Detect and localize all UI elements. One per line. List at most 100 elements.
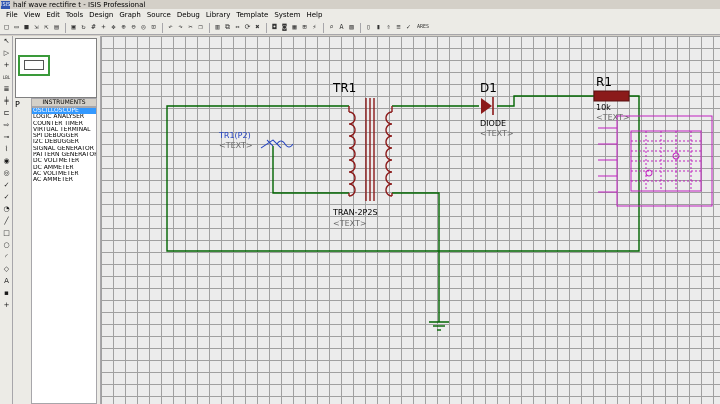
transformer-symbol[interactable] [348, 98, 393, 201]
diode-symbol[interactable] [481, 97, 494, 115]
menu-graph[interactable]: Graph [116, 11, 143, 19]
menu-edit[interactable]: Edit [43, 11, 63, 19]
refresh-icon[interactable]: ↻ [79, 23, 88, 32]
decompose-icon[interactable]: ⊞ [300, 23, 309, 32]
wire-left-loop[interactable] [166, 95, 640, 252]
menu-tools[interactable]: Tools [63, 11, 86, 19]
path-icon[interactable]: ◇ [1, 264, 12, 275]
symbol-icon[interactable]: ▪ [1, 288, 12, 299]
oscilloscope-instrument[interactable] [598, 115, 713, 207]
schematic-canvas[interactable]: TR1 TRAN-2P2S <TEXT> TR1(P2) <TEXT> D1 D… [101, 36, 720, 404]
exit-to-parent-icon[interactable]: ⇑ [384, 23, 393, 32]
print-icon[interactable]: ▤ [52, 23, 61, 32]
block-rotate-icon[interactable]: ⟳ [243, 23, 252, 32]
block-move-icon[interactable]: ⇔ [233, 23, 242, 32]
pan-icon[interactable]: ✥ [109, 23, 118, 32]
wire-autorouter-icon[interactable]: ⚡ [310, 23, 319, 32]
graph-icon[interactable]: ⌇ [1, 144, 12, 155]
picker-mode-label[interactable]: P [15, 100, 21, 109]
wire-label-icon[interactable]: LBL [1, 72, 12, 83]
menu-library[interactable]: Library [203, 11, 233, 19]
block-copy-icon[interactable]: ⧉ [223, 23, 232, 32]
toolbar-separator [209, 22, 210, 33]
line-icon[interactable]: ╱ [1, 216, 12, 227]
menu-system[interactable]: System [271, 11, 303, 19]
wire-source[interactable] [272, 146, 349, 194]
source-symbol[interactable] [260, 139, 294, 149]
property-tool-icon[interactable]: A [337, 23, 346, 32]
open-icon[interactable]: ▭ [12, 23, 21, 32]
terminal-icon[interactable]: ⇨ [1, 120, 12, 131]
select-icon[interactable]: ↖ [1, 36, 12, 47]
save-icon[interactable]: ■ [22, 23, 31, 32]
overview-window[interactable] [15, 38, 97, 98]
zoom-area-icon[interactable]: ⊡ [149, 23, 158, 32]
design-explorer-icon[interactable]: ▧ [347, 23, 356, 32]
toolbar-separator [323, 22, 324, 33]
menu-design[interactable]: Design [86, 11, 116, 19]
area-icon[interactable]: ▣ [69, 23, 78, 32]
resistor-text: <TEXT> [596, 113, 630, 122]
zoom-in-icon[interactable]: ⊕ [119, 23, 128, 32]
wire-secondary-bottom[interactable] [392, 192, 440, 322]
transformer-type: TRAN-2P2S [332, 208, 378, 217]
toolbar-separator [266, 22, 267, 33]
menu-source[interactable]: Source [144, 11, 174, 19]
ground-symbol[interactable] [429, 321, 449, 331]
pin-icon[interactable]: ⊸ [1, 132, 12, 143]
paste-icon[interactable]: ▥ [213, 23, 222, 32]
origin-icon[interactable]: + [99, 23, 108, 32]
component-icon[interactable]: ▷ [1, 48, 12, 59]
menu-view[interactable]: View [21, 11, 44, 19]
redo-icon[interactable]: ↷ [176, 23, 185, 32]
menu-template[interactable]: Template [233, 11, 271, 19]
box-icon[interactable]: □ [1, 228, 12, 239]
bom-icon[interactable]: ≡ [394, 23, 403, 32]
make-device-icon[interactable]: ◙ [280, 23, 289, 32]
new-file-icon[interactable]: □ [2, 23, 11, 32]
instrument-list-item[interactable]: AC AMMETER [32, 177, 96, 183]
subcircuit-icon[interactable]: ⊏ [1, 108, 12, 119]
generator-icon[interactable]: ◎ [1, 168, 12, 179]
cut-icon[interactable]: ✂ [186, 23, 195, 32]
wires [166, 95, 640, 322]
wire-diode-resistor[interactable] [497, 95, 594, 107]
probe-voltage-icon[interactable]: ✓ [1, 180, 12, 191]
window-title: half wave rectifire t - ISIS Professiona… [13, 0, 146, 9]
search-icon[interactable]: ⌕ [327, 23, 336, 32]
resistor-symbol[interactable] [593, 90, 630, 102]
grid-icon[interactable]: # [89, 23, 98, 32]
resistor-ref: R1 [596, 75, 612, 89]
bus-icon[interactable]: ╪ [1, 96, 12, 107]
zoom-all-icon[interactable]: ◎ [139, 23, 148, 32]
pick-device-icon[interactable]: ◘ [270, 23, 279, 32]
zoom-out-icon[interactable]: ⊖ [129, 23, 138, 32]
export-icon[interactable]: ⇱ [42, 23, 51, 32]
arc-icon[interactable]: ◜ [1, 252, 12, 263]
mode-toolbar: ↖ ▷ + LBL ≣ ╪ ⊏ ⇨ ⊸ ⌇ ◉ ◎ ✓ ✓ ◔ ╱ □ ○ ◜ ◇ A ▪ + [0, 36, 13, 404]
erc-icon[interactable]: ✓ [404, 23, 413, 32]
junction-icon[interactable]: + [1, 60, 12, 71]
tape-icon[interactable]: ◉ [1, 156, 12, 167]
menu-debug[interactable]: Debug [174, 11, 203, 19]
main-toolbar: □ ▭ ■ ⇲ ⇱ ▤ ▣ ↻ # + ✥ ⊕ ⊖ ◎ ⊡ ↶ ↷ ✂ ❐ ▥ ⧉ ⇔ ⟳ ✖ ◘ ◙ ▦ ⊞ ⚡ ⌕ A ▧ ▯ ▮ ⇑ ≡ ✓ ARE… [0, 21, 720, 35]
text-icon[interactable]: A [1, 276, 12, 287]
resistor-value: 10k [596, 103, 611, 112]
marker-icon[interactable]: + [1, 300, 12, 311]
packaging-icon[interactable]: ▦ [290, 23, 299, 32]
copy-icon[interactable]: ❐ [196, 23, 205, 32]
probe-current-icon[interactable]: ✓ [1, 192, 12, 203]
diode-text: <TEXT> [480, 129, 514, 138]
toolbar-separator [162, 22, 163, 33]
circle-icon[interactable]: ○ [1, 240, 12, 251]
remove-sheet-icon[interactable]: ▮ [374, 23, 383, 32]
menu-help[interactable]: Help [303, 11, 325, 19]
netlist-to-ares-icon[interactable]: ARES [414, 23, 432, 32]
undo-icon[interactable]: ↶ [166, 23, 175, 32]
new-sheet-icon[interactable]: ▯ [364, 23, 373, 32]
instrument-icon[interactable]: ◔ [1, 204, 12, 215]
import-icon[interactable]: ⇲ [32, 23, 41, 32]
script-icon[interactable]: ≣ [1, 84, 12, 95]
menu-file[interactable]: File [3, 11, 21, 19]
block-delete-icon[interactable]: ✖ [253, 23, 262, 32]
